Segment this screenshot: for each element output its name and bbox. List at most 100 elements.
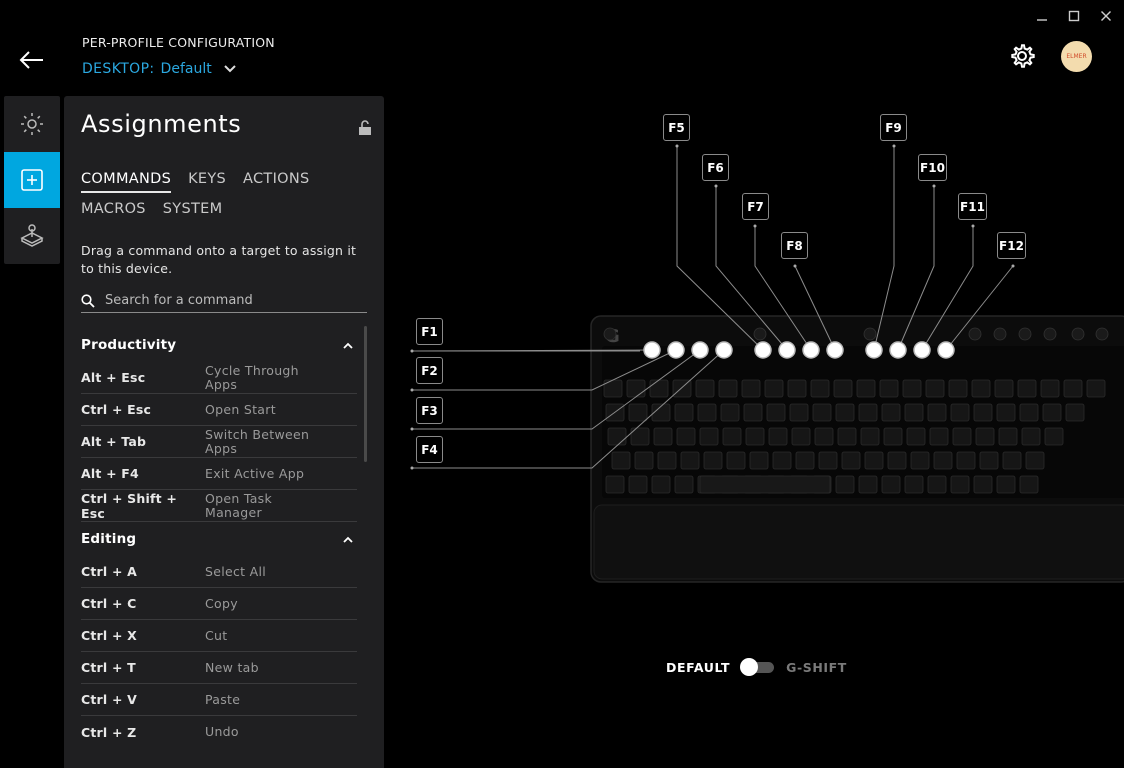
mode-toggle: DEFAULT G-SHIFT	[666, 658, 847, 676]
spacebar-keycap	[699, 475, 831, 494]
keycap	[1025, 451, 1045, 470]
leader-anchor	[410, 349, 414, 353]
f11-target[interactable]: F11	[958, 193, 987, 220]
keycap	[925, 379, 945, 398]
leader-anchor	[714, 184, 718, 188]
f-key-node[interactable]	[913, 341, 931, 359]
leader-anchor	[753, 224, 757, 228]
keycap	[1019, 475, 1039, 494]
leader-anchor	[675, 144, 679, 148]
keycap	[1086, 379, 1106, 398]
f3-target[interactable]: F3	[416, 397, 443, 424]
keycap	[998, 427, 1018, 446]
keycap	[791, 427, 811, 446]
media-key	[1043, 327, 1057, 341]
keycap	[726, 451, 746, 470]
keycap	[835, 403, 855, 422]
keycap	[674, 403, 694, 422]
keycap	[841, 451, 861, 470]
keycap	[950, 475, 970, 494]
f9-target[interactable]: F9	[880, 114, 907, 141]
f-key-node[interactable]	[889, 341, 907, 359]
keycap	[634, 451, 654, 470]
keycap	[697, 403, 717, 422]
keycap	[810, 379, 830, 398]
keycap	[743, 403, 763, 422]
keycap	[605, 475, 625, 494]
keycap	[674, 475, 694, 494]
f-key-node[interactable]	[691, 341, 709, 359]
keycap	[649, 379, 669, 398]
gshift-mode-label: G-SHIFT	[786, 659, 847, 675]
f-key-node[interactable]	[937, 341, 955, 359]
keycap	[1019, 403, 1039, 422]
keycap	[996, 475, 1016, 494]
keycap	[864, 451, 884, 470]
f1-target[interactable]: F1	[416, 318, 443, 345]
keycap	[887, 451, 907, 470]
leader-anchor	[1011, 264, 1015, 268]
keycap	[1021, 427, 1041, 446]
keycap	[1042, 403, 1062, 422]
f7-target[interactable]: F7	[742, 193, 769, 220]
f4-target[interactable]: F4	[416, 436, 443, 463]
f-key-node[interactable]	[754, 341, 772, 359]
f2-target[interactable]: F2	[416, 357, 443, 384]
keycap	[699, 427, 719, 446]
keycap	[950, 403, 970, 422]
f-key-node[interactable]	[826, 341, 844, 359]
keycap	[789, 403, 809, 422]
f12-target[interactable]: F12	[997, 232, 1026, 259]
keycap	[973, 403, 993, 422]
f-key-node[interactable]	[778, 341, 796, 359]
media-key	[603, 327, 617, 341]
keycap	[994, 379, 1014, 398]
media-key	[1071, 327, 1085, 341]
keycap	[1044, 427, 1064, 446]
keycap	[764, 379, 784, 398]
keycap	[906, 427, 926, 446]
keycap	[933, 451, 953, 470]
leader-anchor	[793, 264, 797, 268]
gshift-switch[interactable]	[740, 658, 776, 676]
media-key	[993, 327, 1007, 341]
keyboard-diagram: G	[410, 144, 1124, 583]
f5-target[interactable]: F5	[663, 114, 690, 141]
keycap	[881, 403, 901, 422]
leader-anchor	[892, 144, 896, 148]
f8-target[interactable]: F8	[781, 232, 808, 259]
keycap	[1040, 379, 1060, 398]
keycap	[858, 403, 878, 422]
keycap	[818, 451, 838, 470]
f6-target[interactable]: F6	[702, 154, 729, 181]
keycap	[835, 475, 855, 494]
keycap	[745, 427, 765, 446]
f-key-node[interactable]	[667, 341, 685, 359]
keycap	[703, 451, 723, 470]
media-key	[1095, 327, 1109, 341]
keycap	[996, 403, 1016, 422]
keycap	[858, 475, 878, 494]
keycap	[927, 403, 947, 422]
keycap	[628, 475, 648, 494]
media-key	[863, 327, 877, 341]
keycap	[812, 403, 832, 422]
media-key	[753, 327, 767, 341]
keycap	[971, 379, 991, 398]
keycap	[1063, 379, 1083, 398]
f-key-node[interactable]	[865, 341, 883, 359]
keycap	[975, 427, 995, 446]
f-key-node[interactable]	[643, 341, 661, 359]
keycap	[833, 379, 853, 398]
leader-anchor	[932, 184, 936, 188]
keycap	[657, 451, 677, 470]
keycap	[651, 475, 671, 494]
keycap	[720, 403, 740, 422]
f-key-node[interactable]	[715, 341, 733, 359]
default-mode-label: DEFAULT	[666, 659, 731, 675]
keycap	[881, 475, 901, 494]
f10-target[interactable]: F10	[918, 154, 947, 181]
f-key-node[interactable]	[802, 341, 820, 359]
keycap	[653, 427, 673, 446]
keycap	[695, 379, 715, 398]
